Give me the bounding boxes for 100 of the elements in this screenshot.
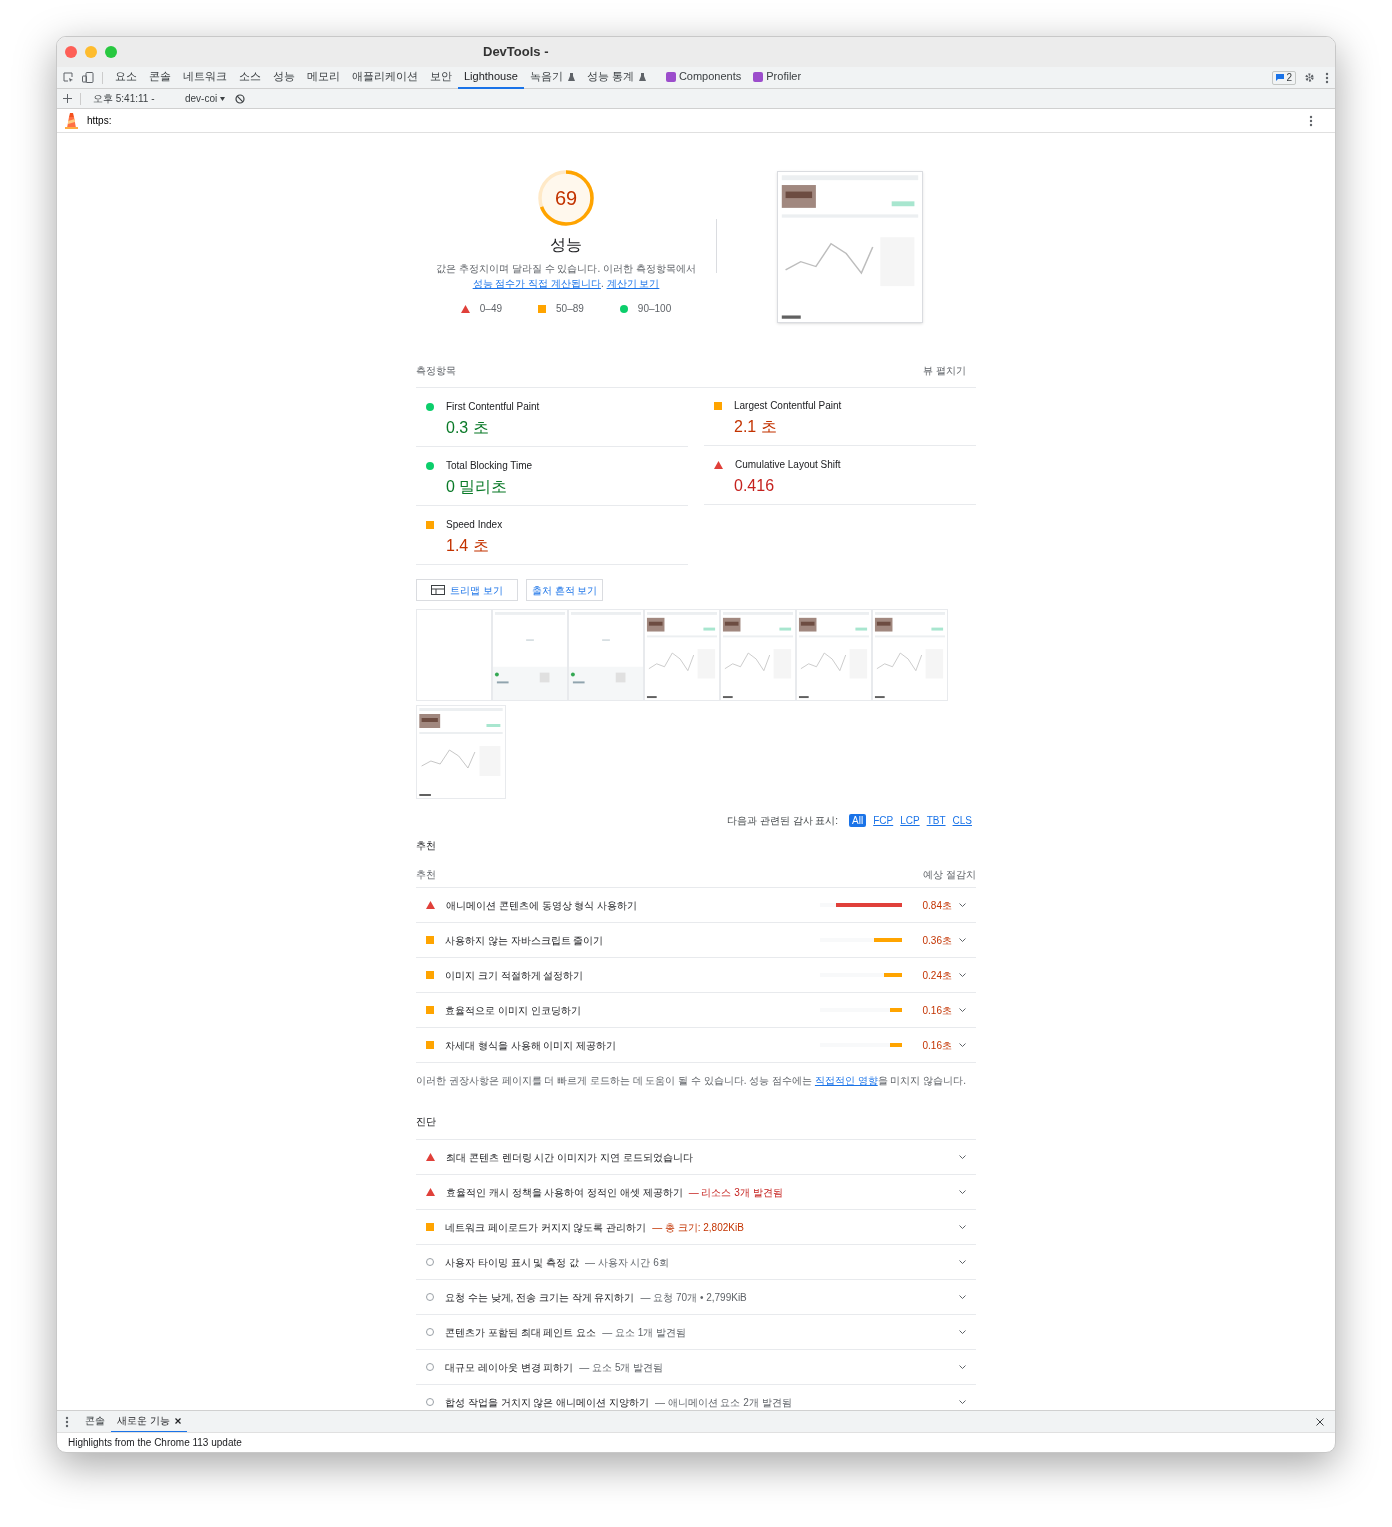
audit-title: 네트워크 페이로드가 커지지 않도록 관리하기 [445,1220,647,1235]
target-dropdown[interactable]: dev-coi [185,91,226,106]
plus-icon[interactable] [63,94,72,103]
audit-row[interactable]: 최대 콘텐츠 렌더링 시간 이미지가 지연 로드되었습니다 [416,1140,976,1175]
chevron-down-icon [959,937,966,943]
clear-icon[interactable] [235,93,246,104]
metric-name: Total Blocking Time [446,459,533,473]
audit-row[interactable]: 애니메이션 콘텐츠에 동영상 형식 사용하기 0.84초 [416,888,976,923]
metric-value: 0 밀리초 [446,477,509,497]
extension-icon [665,71,676,82]
audit-row[interactable]: 사용자 타이밍 표시 및 측정 값 — 사용자 시간 6회 [416,1245,976,1280]
view-button[interactable]: 트리맵 보기 [416,579,518,601]
metric-name: Speed Index [446,518,503,532]
chevron-down-icon [959,1042,966,1048]
panel-tab[interactable]: 요소 [109,66,143,89]
inline-link[interactable]: 직접적인 영향 [814,1075,878,1086]
filter-chip[interactable]: LCP [900,814,920,827]
legend-label: 0–49 [479,302,503,316]
metric-name: Cumulative Layout Shift [735,458,841,472]
score-value: 69 [553,186,579,211]
metric-value: 0.416 [734,476,776,496]
panel-tab[interactable]: 성능 통계 [580,66,652,89]
audit-title: 차세대 형식을 사용해 이미지 제공하기 [445,1038,618,1053]
audit-title: 합성 작업을 거치지 않은 애니메이션 지양하기 [445,1395,649,1410]
filter-chip[interactable]: CLS [952,814,972,827]
extension-icon [753,71,764,82]
drawer-tab[interactable]: 새로운 기능 [111,1410,187,1433]
metric-value: 0.3 초 [446,418,490,438]
close-drawer-icon[interactable] [1316,1417,1324,1426]
panel-tab[interactable]: 소스 [233,66,267,89]
audit-row[interactable]: 네트워크 페이로드가 커지지 않도록 관리하기 — 총 크기: 2,802KiB [416,1210,976,1245]
audit-row[interactable]: 효율적으로 이미지 인코딩하기 0.16초 [416,993,976,1028]
chevron-down-icon [959,1364,966,1370]
chevron-down-icon [959,1259,966,1265]
audit-detail: — 요소 1개 발견됨 [602,1325,687,1340]
inline-link[interactable]: 성능 점수가 직접 계산됩니다 [472,278,601,289]
settings-icon[interactable] [1304,72,1315,83]
savings-value: 0.16초 [921,1038,952,1053]
panel-tab[interactable]: 네트워크 [177,66,233,89]
legend-label: 50–89 [556,302,584,316]
metric-value: 2.1 초 [734,417,778,437]
filter-chip[interactable]: All [849,814,867,827]
average-square-icon [538,304,547,313]
panel-tab[interactable]: 보안 [424,66,458,89]
audit-detail: — 요소 5개 발견됨 [579,1360,664,1375]
filter-chip[interactable]: FCP [873,814,894,827]
chevron-down-icon [959,1154,966,1160]
audit-row[interactable]: 콘텐츠가 포함된 최대 페인트 요소 — 요소 1개 발견됨 [416,1315,976,1350]
drawer-tab[interactable]: 콘솔 [79,1410,111,1433]
view-button[interactable]: 출처 흔적 보기 [525,579,604,601]
panel-tab[interactable]: Profiler [747,66,808,89]
section-title: 측정항목 [416,364,456,378]
caret-icon [220,96,226,101]
flask-icon [567,72,575,81]
audit-row[interactable]: 효율적인 캐시 정책을 사용하여 정적인 애셋 제공하기 — 리소스 3개 발견됨 [416,1175,976,1210]
drawer-menu-icon[interactable] [65,1415,69,1428]
panel-tab[interactable]: 녹음기 [523,66,581,89]
panel-tab[interactable]: Components [659,66,748,89]
chevron-down-icon [959,1399,966,1405]
audit-detail: — 총 크기: 2,802KiB [652,1220,744,1235]
close-window-button[interactable] [65,46,77,58]
filter-label: 다음과 관련된 감사 표시: [726,814,839,828]
audit-title: 사용하지 않는 자바스크립트 줄이기 [445,933,605,948]
expand-view-button[interactable]: 뷰 펼치기 [923,363,966,378]
category-title: 성능 [550,235,582,255]
audit-detail: — 애니메이션 요소 2개 발견됨 [654,1395,792,1410]
savings-value: 0.24초 [921,968,952,983]
panel-tab[interactable]: 콘솔 [143,66,177,89]
audit-row[interactable]: 차세대 형식을 사용해 이미지 제공하기 0.16초 [416,1028,976,1063]
audit-title: 요청 수는 낮게, 전송 크기는 작게 유지하기 [445,1290,635,1305]
audit-row[interactable]: 이미지 크기 적절하게 설정하기 0.24초 [416,958,976,993]
chevron-down-icon [959,972,966,978]
issues-badge[interactable]: 2 [1272,70,1296,85]
inspect-icon[interactable] [63,72,74,83]
more-options-icon[interactable] [1325,71,1329,84]
chevron-down-icon [959,1007,966,1013]
section-title: 추천 [416,839,437,853]
column-header: 추천 [416,868,436,882]
audit-title: 대규모 레이아웃 변경 피하기 [445,1360,574,1375]
panel-tab[interactable]: 메모리 [301,66,346,89]
section-title: 진단 [416,1114,976,1140]
legend-label: 90–100 [637,302,672,316]
fail-triangle-icon [460,304,470,313]
device-toolbar-icon[interactable] [82,72,94,83]
chevron-down-icon [959,1224,966,1230]
drawer-status-text: Highlights from the Chrome 113 update [68,1436,242,1450]
audit-row[interactable]: 요청 수는 낮게, 전송 크기는 작게 유지하기 — 요청 70개 • 2,799KiB [416,1280,976,1315]
treemap-icon [431,585,445,595]
filter-chip[interactable]: TBT [926,814,946,827]
url-options-icon[interactable] [1309,114,1313,127]
panel-tab[interactable]: 애플리케이션 [346,66,424,89]
chevron-down-icon [959,902,966,908]
panel-tab[interactable]: 성능 [267,66,301,89]
close-tab-icon[interactable] [174,1417,181,1424]
flask-icon [638,72,646,81]
audit-row[interactable]: 사용하지 않는 자바스크립트 줄이기 0.36초 [416,923,976,958]
message-icon [1276,74,1285,81]
inline-link[interactable]: 계산기 보기 [606,278,660,289]
audit-row[interactable]: 대규모 레이아웃 변경 피하기 — 요소 5개 발견됨 [416,1350,976,1385]
audit-title: 콘텐츠가 포함된 최대 페인트 요소 [445,1325,597,1340]
